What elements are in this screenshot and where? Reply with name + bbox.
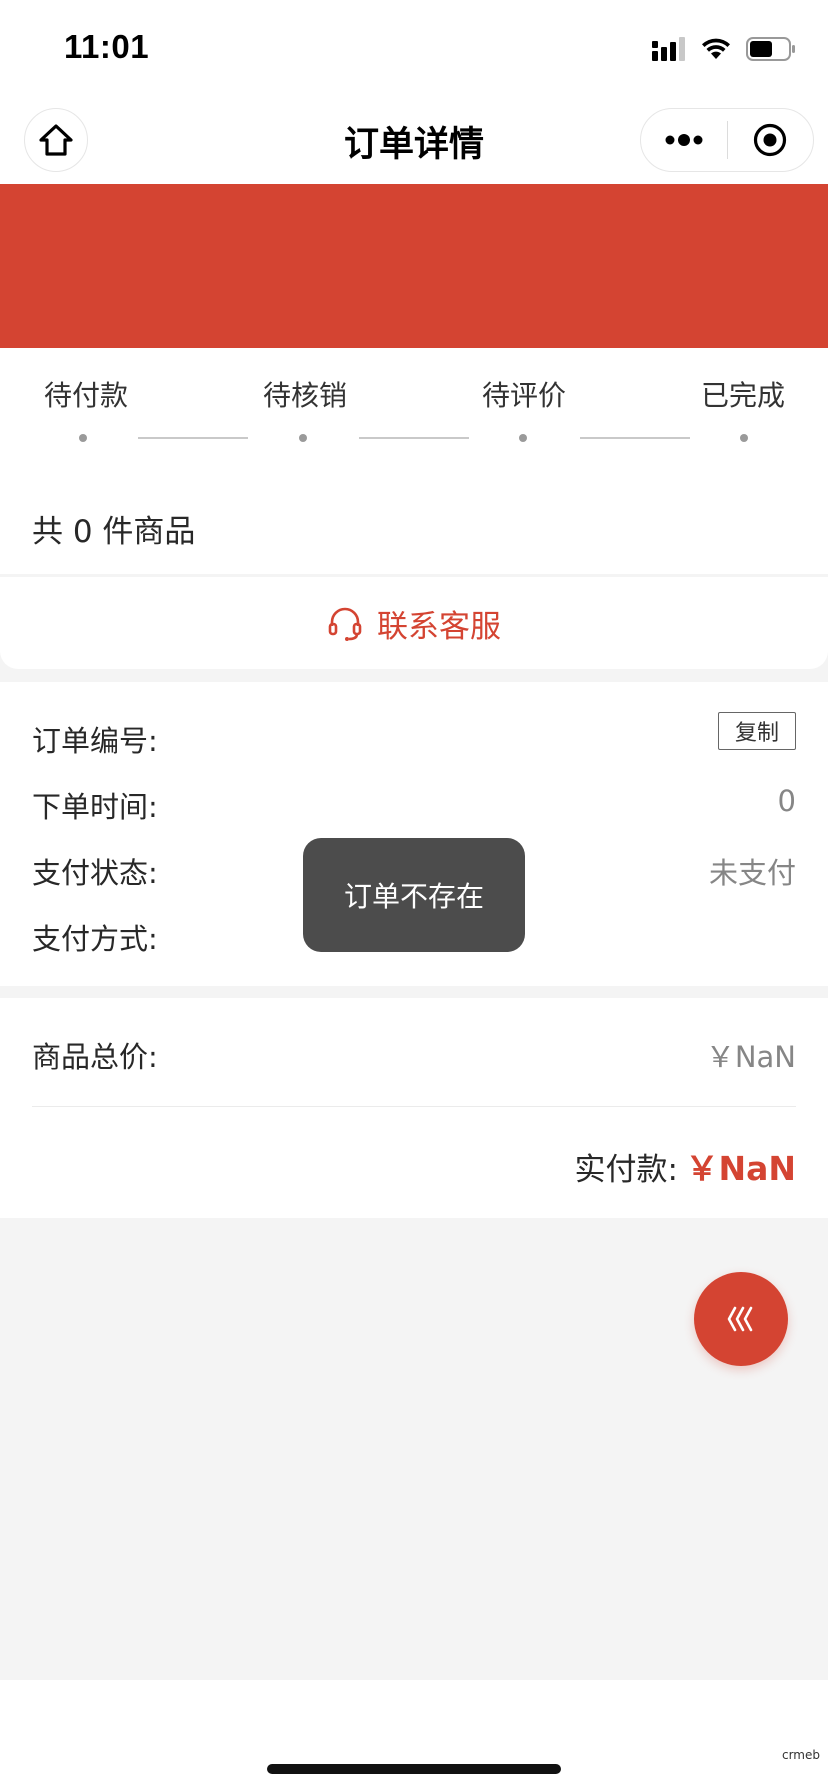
copy-order-number-button[interactable]: 复制	[718, 712, 796, 750]
battery-icon	[746, 37, 795, 61]
payment-status-label: 支付状态:	[32, 856, 158, 890]
step-label-pending-verification: 待核销	[263, 379, 348, 412]
floating-menu-button[interactable]	[694, 1272, 788, 1366]
close-miniprogram-button[interactable]	[728, 109, 814, 171]
step-dot	[79, 434, 87, 442]
goods-total-row: 商品总价: ￥NaN	[32, 1034, 796, 1074]
more-dots-icon	[665, 134, 703, 146]
goods-total-value: ￥NaN	[705, 1040, 796, 1074]
step-connector	[359, 437, 469, 439]
paid-amount-label: 实付款:	[574, 1152, 678, 1188]
contact-service-button[interactable]: 联系客服	[0, 577, 828, 669]
order-time-label: 下单时间:	[32, 790, 158, 824]
watermark: crmeb	[781, 1748, 820, 1762]
paid-amount-value: ￥NaN	[685, 1149, 796, 1188]
order-status-banner	[0, 184, 828, 348]
price-divider	[32, 1106, 796, 1107]
mini-program-capsule	[640, 108, 814, 172]
order-time-value: 0	[777, 784, 796, 818]
status-time: 11:01	[64, 28, 150, 65]
status-bar: 11:01	[0, 0, 828, 98]
goods-total-label: 商品总价:	[32, 1040, 158, 1074]
step-dot	[740, 434, 748, 442]
order-detail-page: 11:01 订单详情 待付款 待核销 待评价 已完成 共 0 件商品 联系客服 …	[0, 0, 828, 1792]
order-number-label: 订单编号:	[32, 724, 158, 758]
bottom-safe-area	[0, 1680, 828, 1792]
step-connector	[138, 437, 248, 439]
toast: 订单不存在	[303, 838, 525, 952]
headset-icon	[328, 607, 362, 641]
step-label-pending-payment: 待付款	[44, 379, 129, 412]
cellular-signal-icon	[652, 37, 685, 61]
contact-service-label: 联系客服	[377, 608, 501, 645]
payment-method-label: 支付方式:	[32, 922, 158, 956]
goods-count-text: 共 0 件商品	[32, 514, 196, 550]
step-dot	[519, 434, 527, 442]
triple-chevron-icon	[727, 1306, 753, 1332]
payment-status-value: 未支付	[708, 856, 796, 890]
more-button[interactable]	[641, 109, 727, 171]
order-progress: 待付款 待核销 待评价 已完成	[0, 348, 828, 470]
order-number-row: 订单编号: 复制	[32, 712, 796, 758]
step-label-completed: 已完成	[701, 379, 786, 412]
target-close-icon	[754, 123, 787, 157]
home-indicator	[267, 1764, 561, 1774]
nav-bar: 订单详情	[0, 98, 828, 184]
order-time-row: 下单时间: 0	[32, 784, 796, 824]
status-icons	[652, 34, 796, 64]
toast-message: 订单不存在	[343, 880, 484, 913]
goods-count-row: 共 0 件商品	[0, 470, 828, 574]
step-dot	[299, 434, 307, 442]
wifi-icon	[702, 38, 730, 59]
step-connector	[580, 437, 690, 439]
step-label-pending-review: 待评价	[482, 379, 567, 412]
price-card: 商品总价: ￥NaN 实付款: ￥NaN	[0, 998, 828, 1218]
